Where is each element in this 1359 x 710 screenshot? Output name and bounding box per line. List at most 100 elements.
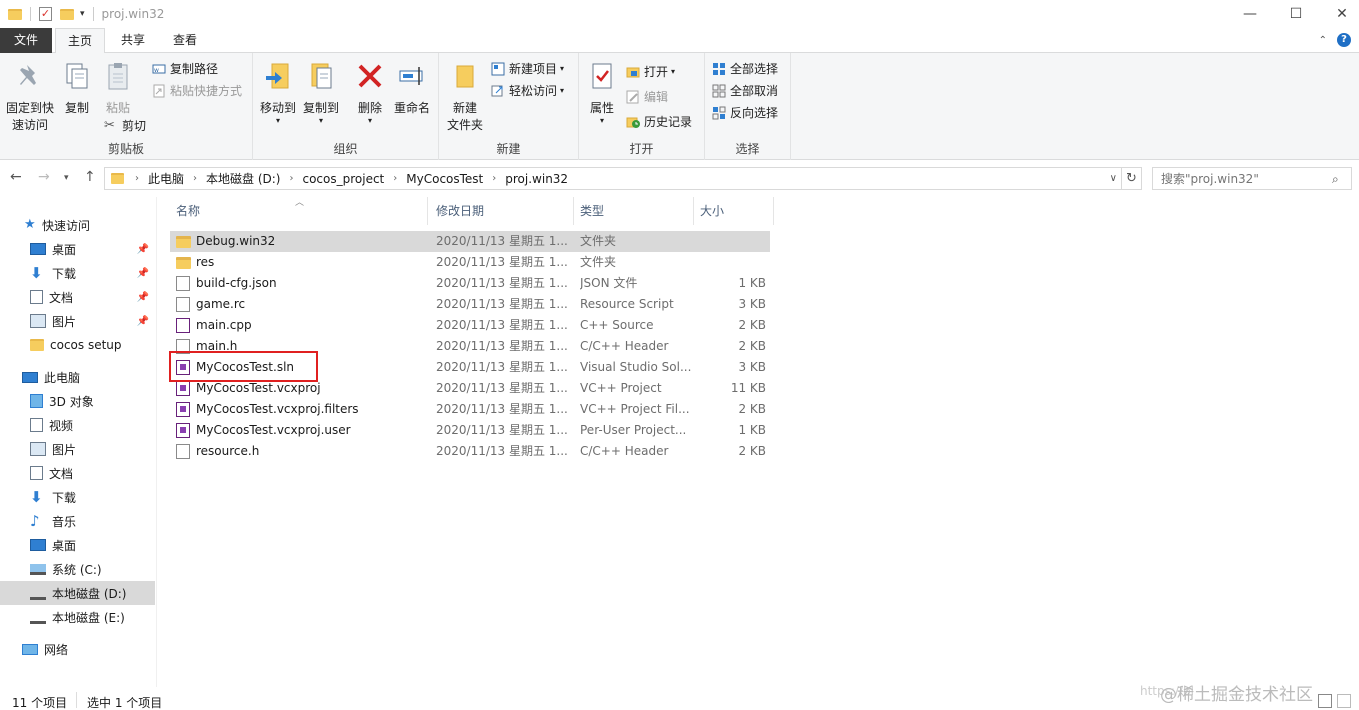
chevron-right-icon[interactable]: › [130,173,144,184]
file-row[interactable]: Debug.win32 2020/11/13 星期五 1... 文件夹 [170,231,770,252]
file-name[interactable]: MyCocosTest.vcxproj.filters [196,399,428,420]
breadcrumb-cocos-project[interactable]: cocos_project [298,172,388,186]
back-arrow-icon[interactable]: ← [10,169,22,185]
nav-item-drive-d[interactable]: 本地磁盘 (D:) [0,581,155,605]
history-icon [626,117,640,128]
open-button[interactable]: 打开 ▾ [626,62,675,82]
file-row[interactable]: MyCocosTest.vcxproj.user 2020/11/13 星期五 1… [170,420,770,441]
pin-label-2: 速访问 [11,118,48,132]
file-name[interactable]: Debug.win32 [196,231,428,252]
tab-share[interactable]: 共享 [112,28,154,53]
pin-icon[interactable]: 📌 [137,316,149,327]
column-header-type[interactable]: 类型 [574,197,694,225]
copy-button[interactable]: 复制 [60,61,94,117]
nav-item-pictures-pc[interactable]: 图片 [0,437,155,461]
address-bar[interactable]: › 此电脑 › 本地磁盘 (D:) › cocos_project › MyCo… [104,167,1122,190]
breadcrumb-drive-d[interactable]: 本地磁盘 (D:) [202,170,284,187]
nav-item-videos[interactable]: 视频 [0,413,155,437]
file-row[interactable]: MyCocosTest.vcxproj.filters 2020/11/13 星期… [170,399,770,420]
help-icon[interactable]: ? [1337,33,1351,47]
column-header-size[interactable]: 大小 [694,197,774,225]
history-button[interactable]: 历史记录 [626,112,692,132]
nav-item-3d-objects[interactable]: 3D 对象 [0,389,155,413]
select-all-label: 全部选择 [730,62,779,76]
nav-quick-access[interactable]: ★ 快速访问 [0,213,155,237]
properties-quick-icon[interactable]: ✓ [39,7,52,21]
column-header-name[interactable]: 名称 ︿ [170,197,428,225]
cut-button[interactable]: ✂ 剪切 [104,116,146,136]
new-folder-quick-icon[interactable] [60,8,74,20]
file-row[interactable]: game.rc 2020/11/13 星期五 1... Resource Scrip… [170,294,770,315]
file-name[interactable]: resource.h [196,441,428,462]
nav-item-drive-e[interactable]: 本地磁盘 (E:) [0,605,155,629]
close-button[interactable]: ✕ [1319,0,1359,28]
tab-home[interactable]: 主页 [55,28,105,54]
properties-button[interactable]: 属性 ▾ [585,61,619,125]
rename-button[interactable]: 重命名 [391,61,433,117]
nav-item-documents[interactable]: 文档 📌 [0,285,155,309]
invert-selection-button[interactable]: 反向选择 [712,103,778,123]
pin-icon[interactable]: 📌 [137,268,149,279]
nav-item-downloads[interactable]: ⬇ 下载 📌 [0,261,155,285]
file-row[interactable]: main.cpp 2020/11/13 星期五 1... C++ Source 2 K… [170,315,770,336]
file-name[interactable]: game.rc [196,294,428,315]
select-all-button[interactable]: 全部选择 [712,59,778,79]
customize-quick-access-icon[interactable]: ▾ [80,9,85,19]
breadcrumb-mycocostest[interactable]: MyCocosTest [402,172,487,186]
nav-item-downloads-pc[interactable]: ⬇ 下载 [0,485,155,509]
details-view-icon[interactable] [1318,694,1332,708]
tab-view[interactable]: 查看 [164,28,206,53]
minimize-button[interactable]: — [1227,0,1273,28]
column-header-date[interactable]: 修改日期 [430,197,574,225]
edit-button[interactable]: 编辑 [626,87,668,107]
recent-locations-icon[interactable]: ▾ [64,173,69,183]
new-item-button[interactable]: 新建项目 ▾ [491,59,564,79]
nav-network[interactable]: 网络 [0,637,155,661]
nav-item-cocos-setup[interactable]: cocos setup [0,333,155,357]
breadcrumb-this-pc[interactable]: 此电脑 [144,170,188,187]
nav-item-desktop-pc[interactable]: 桌面 [0,533,155,557]
easy-access-button[interactable]: 轻松访问 ▾ [491,81,564,101]
drive-icon [30,615,46,624]
search-input[interactable] [1152,167,1352,190]
chevron-right-icon[interactable]: › [388,173,402,184]
pin-icon[interactable]: 📌 [137,292,149,303]
nav-item-drive-c[interactable]: 系统 (C:) [0,557,155,581]
pin-icon[interactable]: 📌 [137,244,149,255]
file-row[interactable]: build-cfg.json 2020/11/13 星期五 1... JSON 文件… [170,273,770,294]
chevron-up-icon[interactable]: ⌃ [1319,35,1327,46]
nav-item-pictures[interactable]: 图片 📌 [0,309,155,333]
file-name[interactable]: build-cfg.json [196,273,428,294]
refresh-icon[interactable]: ↻ [1122,167,1142,190]
nav-item-documents-pc[interactable]: 文档 [0,461,155,485]
nav-this-pc[interactable]: 此电脑 [0,365,155,389]
copy-path-button[interactable]: w 复制路径 [152,59,218,79]
chevron-right-icon[interactable]: › [188,173,202,184]
pin-quick-access-button[interactable]: 固定到快 速访问 [4,61,56,134]
chevron-right-icon[interactable]: › [284,173,298,184]
up-arrow-icon[interactable]: ↑ [84,169,96,185]
chevron-right-icon[interactable]: › [487,173,501,184]
move-to-button[interactable]: 移动到 ▾ [258,61,298,125]
nav-item-music[interactable]: ♪ 音乐 [0,509,155,533]
new-folder-button[interactable]: 新建 文件夹 [443,61,487,134]
forward-arrow-icon[interactable]: → [38,169,50,185]
search-icon[interactable]: ⌕ [1332,172,1339,187]
delete-button[interactable]: 删除 ▾ [353,61,387,125]
tab-file[interactable]: 文件 [0,28,52,53]
paste-shortcut-button[interactable]: 粘贴快捷方式 [152,81,242,101]
maximize-button[interactable]: ☐ [1273,0,1319,28]
file-name[interactable]: res [196,252,428,273]
nav-item-desktop[interactable]: 桌面 📌 [0,237,155,261]
breadcrumb-proj-win32[interactable]: proj.win32 [501,172,572,186]
select-none-button[interactable]: 全部取消 [712,81,778,101]
file-row[interactable]: res 2020/11/13 星期五 1... 文件夹 [170,252,770,273]
large-icons-view-icon[interactable] [1337,694,1351,708]
file-row[interactable]: resource.h 2020/11/13 星期五 1... C/C++ Heade… [170,441,770,462]
file-name[interactable]: MyCocosTest.vcxproj.user [196,420,428,441]
nav-divider[interactable] [156,197,157,687]
paste-button[interactable]: 粘贴 [101,61,135,117]
file-name[interactable]: main.cpp [196,315,428,336]
copy-to-button[interactable]: 复制到 ▾ [301,61,341,125]
address-dropdown-icon[interactable]: ∨ [1110,173,1117,184]
